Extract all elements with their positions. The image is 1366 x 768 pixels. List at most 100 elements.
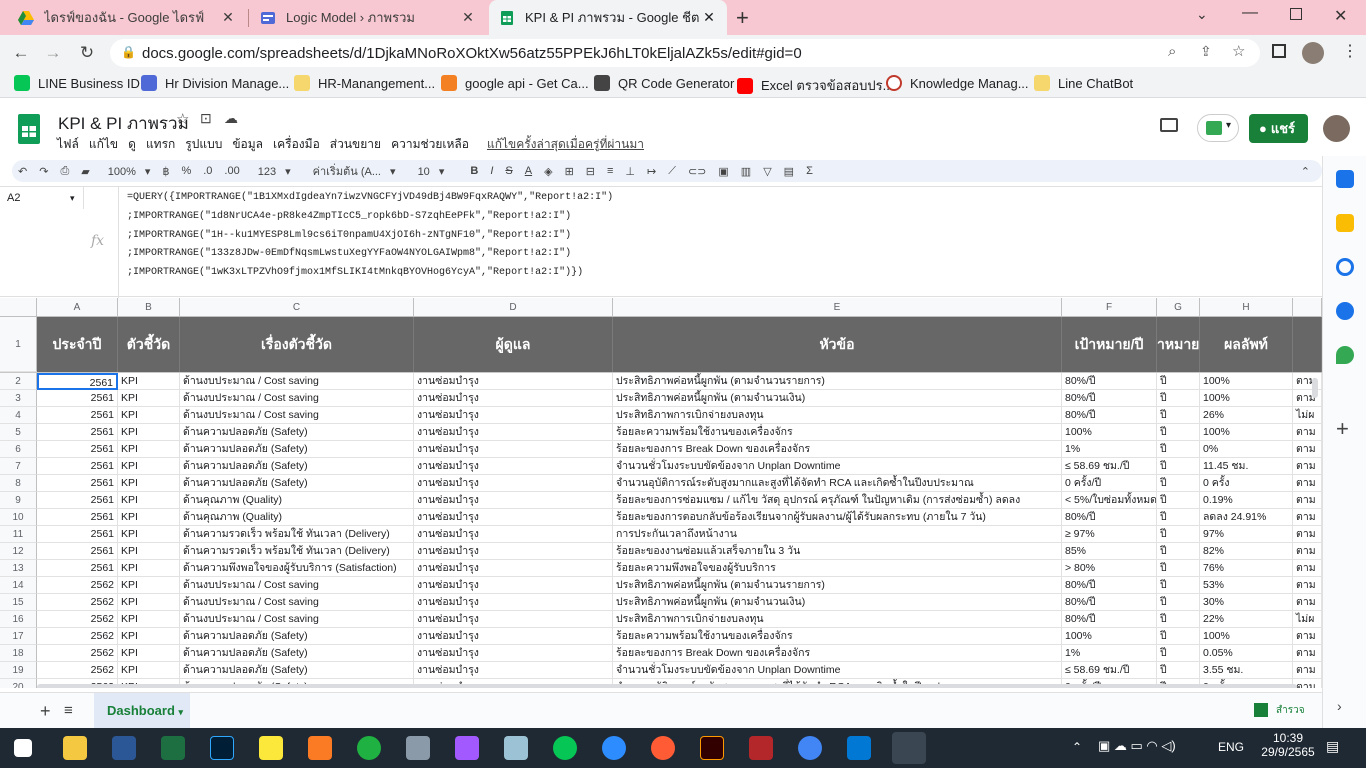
table-cell[interactable]: 2561 xyxy=(37,475,118,492)
table-cell[interactable]: 80%/ปี xyxy=(1062,594,1157,611)
table-cell[interactable]: ปี xyxy=(1157,509,1200,526)
account-avatar[interactable] xyxy=(1323,115,1350,142)
tasks-icon[interactable] xyxy=(1336,258,1354,276)
header-cell[interactable]: หัวข้อ xyxy=(613,317,1062,372)
table-cell[interactable]: 2561 xyxy=(37,407,118,424)
table-cell[interactable]: ด้านความปลอดภัย (Safety) xyxy=(180,458,414,475)
table-cell[interactable]: 11.45 ชม. xyxy=(1200,458,1293,475)
table-cell[interactable]: ด้านคุณภาพ (Quality) xyxy=(180,509,414,526)
row-header[interactable]: 10 xyxy=(0,509,37,526)
table-cell[interactable]: ตาม xyxy=(1293,577,1322,594)
row-header[interactable]: 15 xyxy=(0,594,37,611)
table-cell[interactable]: 80%/ปี xyxy=(1062,390,1157,407)
decrease-decimal-button[interactable]: .0 xyxy=(203,165,212,177)
row-header[interactable]: 3 xyxy=(0,390,37,407)
browser-tab-logic-model[interactable]: Logic Model › ภาพรวม ✕ xyxy=(250,0,486,35)
column-header[interactable]: B xyxy=(118,298,180,317)
reload-icon[interactable]: ↻ xyxy=(76,42,98,64)
comments-icon[interactable] xyxy=(1160,118,1178,132)
table-cell[interactable]: ปี xyxy=(1157,373,1200,390)
row-header[interactable]: 18 xyxy=(0,645,37,662)
font-size-select[interactable]: 10 ▾ xyxy=(412,165,445,178)
row-header[interactable]: 20 xyxy=(0,679,37,688)
table-cell[interactable]: 0% xyxy=(1200,441,1293,458)
table-cell[interactable]: ตาม xyxy=(1293,458,1322,475)
table-cell[interactable]: 80%/ปี xyxy=(1062,509,1157,526)
menu-view[interactable]: ดู xyxy=(128,135,136,154)
table-cell[interactable]: 2561 xyxy=(37,424,118,441)
table-cell[interactable]: ด้านความปลอดภัย (Safety) xyxy=(180,424,414,441)
table-cell[interactable]: 0.05% xyxy=(1200,645,1293,662)
table-cell[interactable]: KPI xyxy=(118,492,180,509)
profile-avatar[interactable] xyxy=(1302,42,1324,64)
table-cell[interactable]: ประสิทธิภาพการเบิกจ่ายงบลงทุน xyxy=(613,611,1062,628)
table-cell[interactable]: 22% xyxy=(1200,611,1293,628)
sheets-logo-icon[interactable] xyxy=(18,114,40,144)
column-header[interactable]: E xyxy=(613,298,1062,317)
table-cell[interactable]: 100% xyxy=(1200,390,1293,407)
table-cell[interactable]: ลดลง 24.91% xyxy=(1200,509,1293,526)
table-cell[interactable]: จำนวนอุบัติการณ์ระดับสูงมากและสูงที่ได้จ… xyxy=(613,475,1062,492)
table-cell[interactable]: ตาม xyxy=(1293,526,1322,543)
browser-tab-drive[interactable]: ไดรฟ์ของฉัน - Google ไดรฟ์ ✕ xyxy=(8,0,246,35)
table-cell[interactable]: ตาม xyxy=(1293,679,1322,688)
menu-icon[interactable]: ⋮ xyxy=(1342,41,1358,61)
table-cell[interactable]: ตาม xyxy=(1293,509,1322,526)
column-header[interactable]: C xyxy=(180,298,414,317)
table-cell[interactable]: ตาม xyxy=(1293,492,1322,509)
table-cell[interactable]: 2561 xyxy=(37,441,118,458)
table-cell[interactable]: ปี xyxy=(1157,407,1200,424)
header-cell[interactable]: าหมายเ xyxy=(1157,317,1200,372)
text-color-icon[interactable]: A xyxy=(525,165,532,177)
document-title[interactable]: KPI & PI ภาพรวม xyxy=(58,110,189,137)
table-cell[interactable]: ปี xyxy=(1157,628,1200,645)
table-cell[interactable]: ปี xyxy=(1157,458,1200,475)
table-cell[interactable]: 1% xyxy=(1062,441,1157,458)
row-header[interactable]: 16 xyxy=(0,611,37,628)
menu-edit[interactable]: แก้ไข xyxy=(89,135,118,154)
table-cell[interactable]: ปี xyxy=(1157,543,1200,560)
collapse-toolbar-icon[interactable]: ⌃ xyxy=(1301,165,1310,178)
table-cell[interactable]: งานซ่อมบำรุง xyxy=(414,662,613,679)
table-cell[interactable]: ร้อยละของการ Break Down ของเครื่องจักร xyxy=(613,645,1062,662)
move-folder-icon[interactable]: ⊡ xyxy=(200,110,212,127)
table-cell[interactable]: งานซ่อมบำรุง xyxy=(414,373,613,390)
currency-button[interactable]: ฿ xyxy=(162,165,169,178)
table-cell[interactable]: ตาม xyxy=(1293,441,1322,458)
table-cell[interactable]: ปี xyxy=(1157,441,1200,458)
bookmark-qr-code[interactable]: QR Code Generator xyxy=(594,75,734,91)
postman-icon[interactable] xyxy=(651,736,675,760)
table-cell[interactable]: 26% xyxy=(1200,407,1293,424)
row-header[interactable]: 7 xyxy=(0,458,37,475)
table-cell[interactable]: จำนวนชั่วโมงระบบขัดข้องจาก Unplan Downti… xyxy=(613,662,1062,679)
row-header[interactable]: 14 xyxy=(0,577,37,594)
notifications-icon[interactable]: ▤ xyxy=(1326,738,1339,755)
text-rotation-icon[interactable]: ⟋ xyxy=(668,165,676,178)
app-icon[interactable] xyxy=(504,736,528,760)
table-cell[interactable]: KPI xyxy=(118,628,180,645)
table-cell[interactable]: 2561 xyxy=(37,458,118,475)
table-cell[interactable]: 100% xyxy=(1200,424,1293,441)
table-cell[interactable]: ด้านงบประมาณ / Cost saving xyxy=(180,407,414,424)
table-cell[interactable]: KPI xyxy=(118,475,180,492)
table-cell[interactable]: งานซ่อมบำรุง xyxy=(414,458,613,475)
menu-file[interactable]: ไฟล์ xyxy=(57,135,79,154)
new-tab-icon[interactable]: + xyxy=(736,5,749,31)
table-cell[interactable]: ตาม xyxy=(1293,543,1322,560)
table-cell[interactable]: ปี xyxy=(1157,475,1200,492)
bookmark-hr-management[interactable]: HR-Manangement... xyxy=(294,75,435,91)
table-cell[interactable]: KPI xyxy=(118,424,180,441)
table-cell[interactable]: ประสิทธิภาพค่อหนี้ผูกพัน (ตามจำนวนรายการ… xyxy=(613,373,1062,390)
insert-comment-icon[interactable]: ▣ xyxy=(718,165,728,178)
table-cell[interactable]: 0 ครั้ง xyxy=(1200,475,1293,492)
table-cell[interactable]: 2561 xyxy=(37,543,118,560)
tab-search-icon[interactable]: ⌄ xyxy=(1196,6,1208,23)
table-cell[interactable]: 80%/ปี xyxy=(1062,373,1157,390)
name-box[interactable]: A2 ▾ xyxy=(0,187,84,209)
table-cell[interactable]: 80%/ปี xyxy=(1062,577,1157,594)
table-cell[interactable]: ปี xyxy=(1157,526,1200,543)
close-tab-icon[interactable]: ✕ xyxy=(460,9,476,26)
table-cell[interactable]: ร้อยละของการตอบกลับข้อร้องเรียนจากผู้รับ… xyxy=(613,509,1062,526)
horizontal-scrollbar[interactable] xyxy=(37,684,1297,688)
word-icon[interactable] xyxy=(112,736,136,760)
